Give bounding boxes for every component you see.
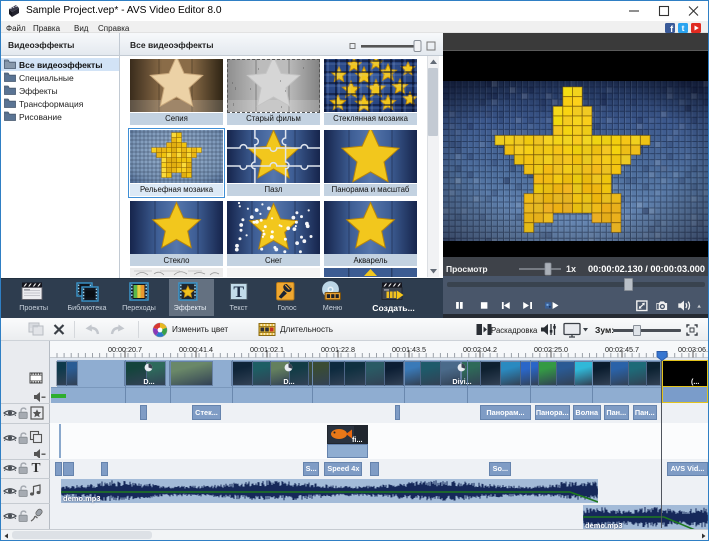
- svg-text:T: T: [233, 284, 244, 301]
- svg-text:T: T: [31, 460, 40, 474]
- svg-text:t: t: [682, 23, 685, 33]
